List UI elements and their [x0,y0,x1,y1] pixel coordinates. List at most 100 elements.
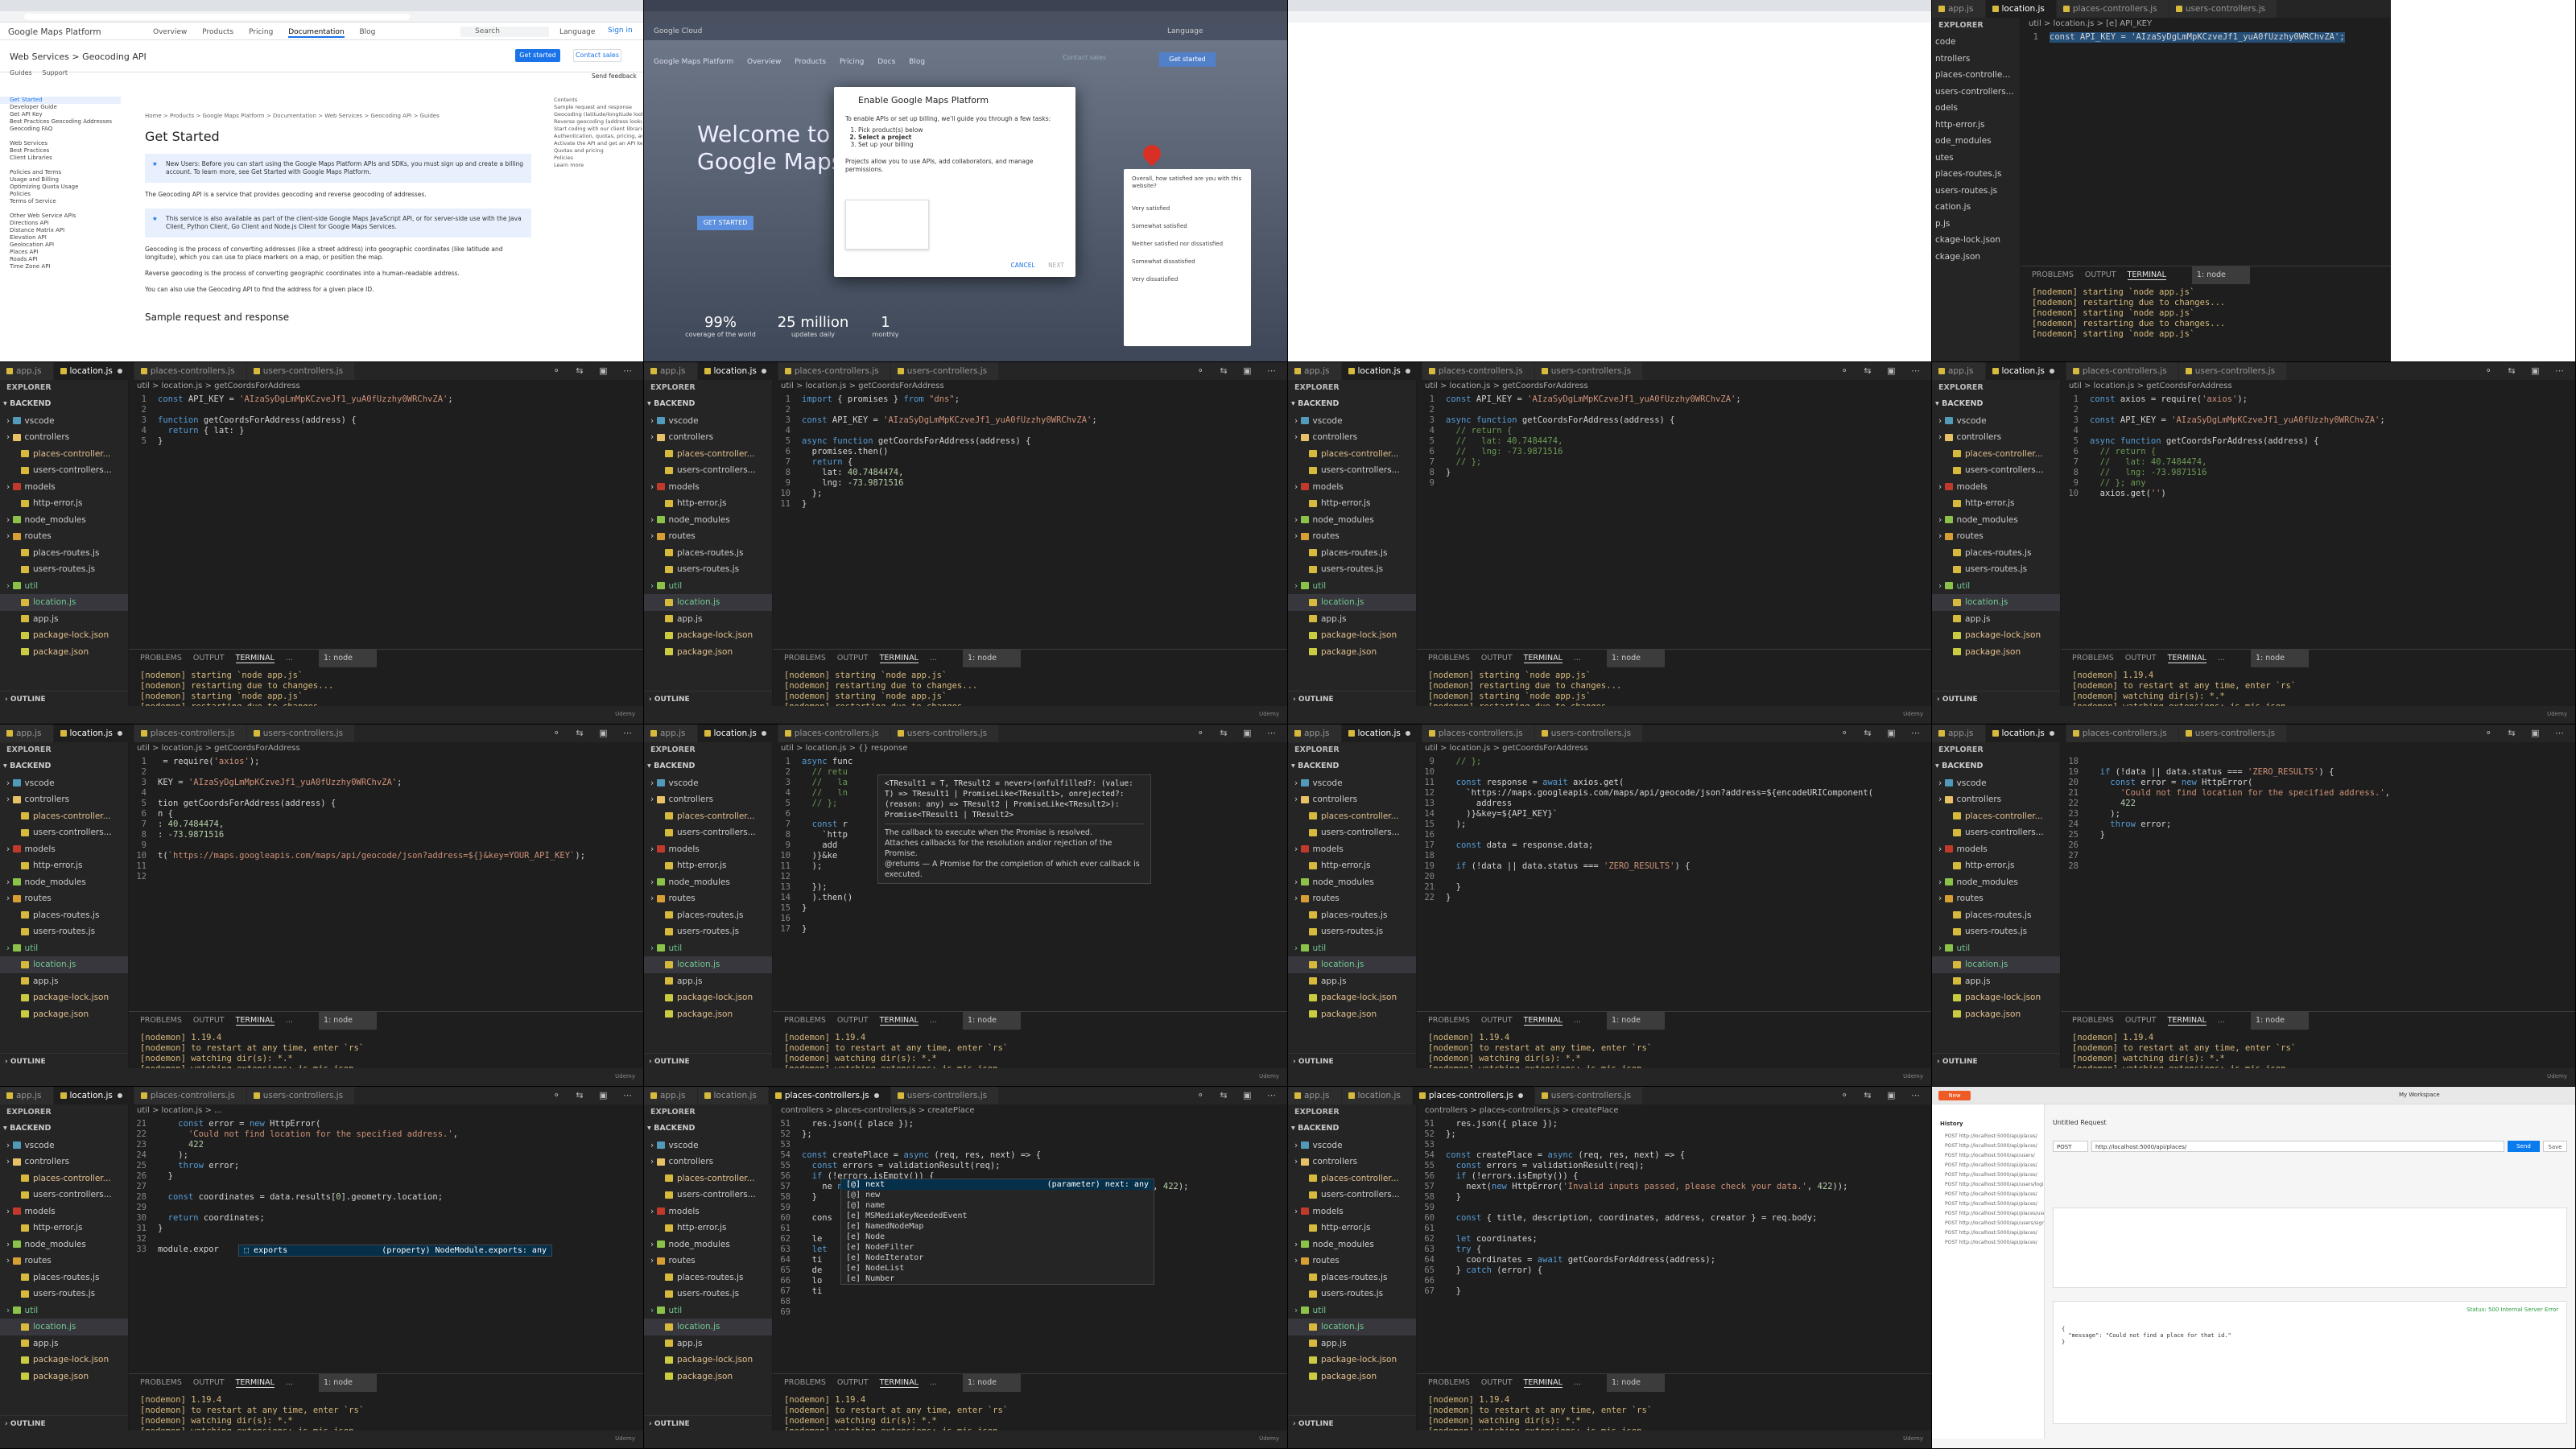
terminal-select[interactable]: 1: node [318,1374,377,1392]
browser-tabstrip[interactable] [644,0,1287,11]
file-item[interactable]: users-routes.js [1288,561,1416,578]
file-item[interactable]: users-controllers... [644,824,772,841]
file-tree-item[interactable]: http-error.js [1932,117,2020,134]
survey-option[interactable]: Very satisfied [1132,200,1243,217]
code-editor[interactable]: 1 const axios = require('axios'); 2 3 const … [2061,394,2575,652]
folder-item[interactable]: › routes [1932,890,2060,907]
toc-item[interactable]: Learn more [554,162,642,169]
file-item[interactable]: package-lock.json [1288,1352,1416,1368]
nav-pricing[interactable]: Pricing [249,28,273,36]
panel-tab[interactable]: TERMINAL [235,1016,275,1026]
folder-item[interactable]: › vscode [0,413,128,430]
folder-item[interactable]: › models [644,1203,772,1220]
panel-tab[interactable]: OUTPUT [193,1016,225,1025]
file-item[interactable]: app.js [644,1335,772,1352]
file-item[interactable]: package.json [644,1368,772,1385]
file-tree-item[interactable]: code [1932,34,2020,51]
editor-tab[interactable]: users-controllers.js [2178,724,2288,742]
contact-sales-button[interactable]: Contact sales [573,49,621,62]
folder-item[interactable]: › util [1288,940,1416,957]
file-item[interactable]: places-controller... [644,446,772,463]
folder-item[interactable]: › routes [1288,1253,1416,1269]
panel-tab[interactable]: TERMINAL [2167,1016,2207,1026]
file-item[interactable]: package.json [0,644,128,661]
suggestion-item[interactable]: [@] name [841,1200,1154,1211]
file-item[interactable]: users-routes.js [0,1286,128,1302]
file-item[interactable]: location.js [0,1319,128,1335]
panel-tab[interactable]: PROBLEMS [1428,1378,1470,1387]
file-tree-item[interactable]: p.js [1932,216,2020,233]
folder-item[interactable]: › models [1288,1203,1416,1220]
history-item[interactable]: POST http://localhost:5000/api/places/ [1932,1141,2044,1151]
file-tree-item[interactable]: ode_modules [1932,133,2020,150]
file-item[interactable]: package-lock.json [644,627,772,644]
folder-item[interactable]: › controllers [644,1154,772,1170]
terminal-select[interactable]: 1: node [962,1012,1021,1030]
docs-nav-item[interactable]: Usage and Billing [0,176,121,184]
panel-tab[interactable]: OUTPUT [1481,1378,1513,1387]
docs-nav-item[interactable]: Geolocation API [0,242,121,249]
outline-section[interactable]: › OUTLINE [1932,1053,2060,1070]
suggestion-item[interactable]: [e] MSMediaKeyNeededEvent [841,1211,1154,1221]
breadcrumb[interactable]: util > location.js > getCoordsForAddress [137,744,300,753]
file-item[interactable]: users-routes.js [644,923,772,940]
folder-item[interactable]: › models [1932,479,2060,496]
code-editor[interactable]: 1 = require('axios'); 2 3 KEY = 'AIzaSyDgLm… [129,757,643,1014]
file-item[interactable]: http-error.js [1288,1220,1416,1236]
code-editor[interactable]: 1 const API_KEY = 'AIzaSyDgLmMpKCzveJf1_y… [2021,32,2391,290]
panel-tab[interactable]: OUTPUT [1481,1016,1513,1025]
file-item[interactable]: app.js [0,973,128,990]
editor-tab[interactable]: users-controllers.js [890,724,1000,742]
suggestion-item[interactable]: [e] Number [841,1274,1154,1284]
file-item[interactable]: users-controllers... [1932,824,2060,841]
get-started-button[interactable]: Get started [515,49,560,62]
panel-tab[interactable]: PROBLEMS [2072,1016,2114,1025]
outline-section[interactable]: › OUTLINE [644,1053,772,1070]
folder-item[interactable]: › models [644,841,772,858]
docs-nav-item[interactable]: Get API Key [0,111,121,118]
docs-nav-item[interactable]: Elevation API [0,234,121,242]
address-bar[interactable] [1288,11,1931,23]
file-item[interactable]: package.json [1288,644,1416,661]
file-tree-item[interactable]: utes [1932,150,2020,167]
editor-tab[interactable]: location.js [697,1087,769,1104]
panel-tab[interactable]: ... [1574,1016,1581,1025]
docs-nav-item[interactable]: Optimizing Quota Usage [0,184,121,191]
folder-item[interactable]: › controllers [1288,1154,1416,1170]
outline-section[interactable]: › OUTLINE [644,1415,772,1432]
outline-section[interactable]: › OUTLINE [1288,1415,1416,1432]
folder-item[interactable]: › models [0,1203,128,1220]
file-item[interactable]: users-routes.js [1932,561,2060,578]
panel-tab[interactable]: TERMINAL [879,654,919,663]
editor-tab[interactable]: location.js [1985,724,2066,742]
editor-tab[interactable]: app.js [0,362,54,380]
tab-app-js[interactable]: app.js [1932,0,1986,18]
folder-item[interactable]: › vscode [1288,413,1416,430]
file-item[interactable]: places-routes.js [1932,545,2060,562]
panel-tab[interactable]: ... [1574,654,1581,663]
file-item[interactable]: location.js [644,1319,772,1335]
explorer-root[interactable]: ▾ BACKEND [0,396,128,413]
suggestion-item[interactable]: [e] NodeIterator [841,1253,1154,1263]
terminal-select[interactable]: 1: node [318,1012,377,1030]
suggestion-item[interactable]: ⬚ exports (property) NodeModule.exports:… [239,1245,551,1256]
file-item[interactable]: places-controller... [1288,1170,1416,1187]
folder-item[interactable]: › models [0,841,128,858]
file-item[interactable]: app.js [1932,973,2060,990]
file-item[interactable]: places-routes.js [0,1269,128,1286]
file-item[interactable]: places-routes.js [1288,907,1416,924]
nav-pricing[interactable]: Pricing [840,58,864,66]
docs-nav-item[interactable]: Directions API [0,220,121,227]
folder-item[interactable]: › vscode [0,775,128,792]
editor-tab[interactable]: users-controllers.js [1534,362,1644,380]
editor-tab[interactable]: users-controllers.js [1534,724,1644,742]
editor-tab[interactable]: location.js [53,362,134,380]
panel-tab[interactable]: TERMINAL [235,654,275,663]
survey-option[interactable]: Very dissatisfied [1132,270,1243,288]
file-item[interactable]: users-controllers... [0,462,128,479]
folder-item[interactable]: › models [1932,841,2060,858]
terminal-select[interactable]: 1: node [962,1374,1021,1392]
explorer-root[interactable]: ▾ BACKEND [644,1121,772,1137]
toc-item[interactable]: Policies [554,155,642,162]
editor-tab[interactable]: location.js [697,362,778,380]
